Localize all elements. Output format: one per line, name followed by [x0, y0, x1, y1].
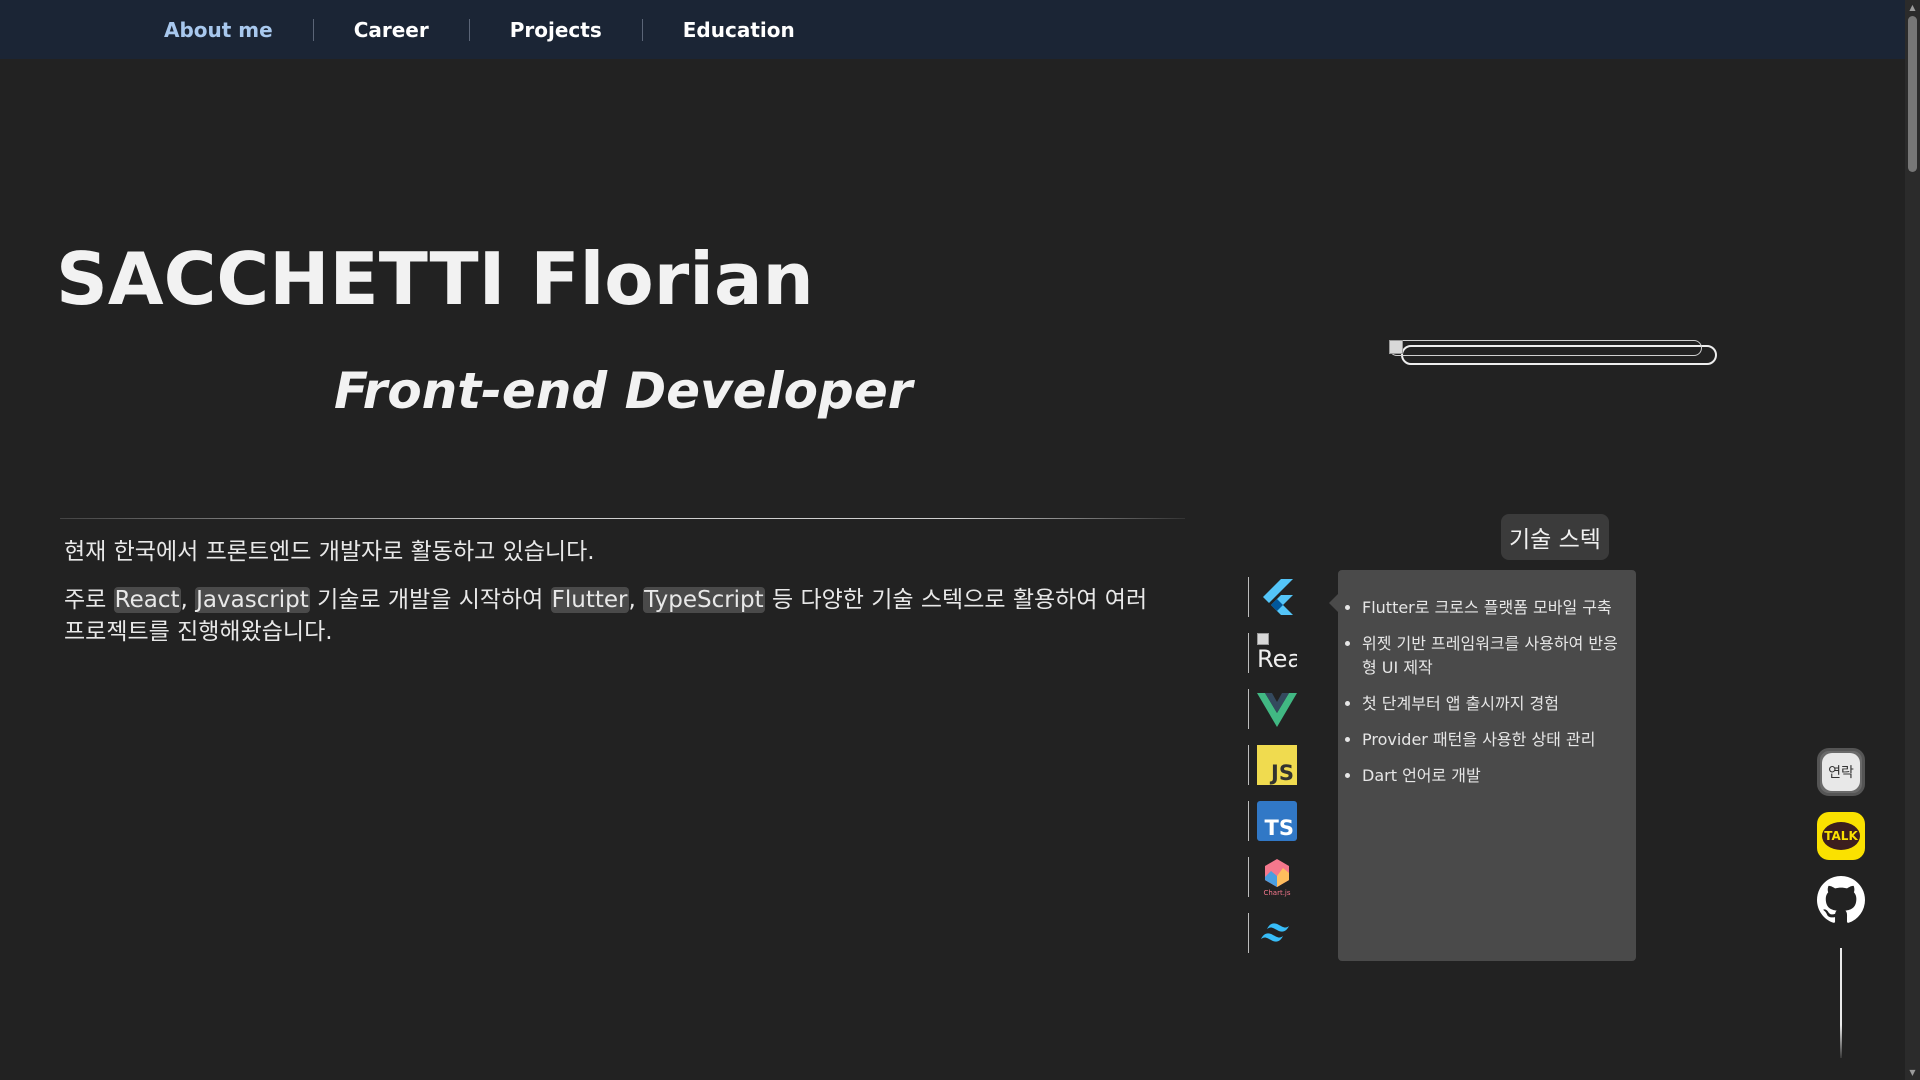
detail-item: 첫 단계부터 앱 출시까지 경험 — [1362, 692, 1622, 716]
stack-item-flutter[interactable] — [1248, 577, 1298, 617]
stack-item-typescript[interactable]: TS — [1248, 801, 1298, 841]
stack-item-chartjs[interactable]: Chart.js — [1248, 857, 1298, 897]
kakaotalk-icon: TALK — [1822, 822, 1860, 850]
tech-detail-list: Flutter로 크로스 플랫폼 모바일 구축 위젯 기반 프레임워크를 사용하… — [1338, 570, 1636, 788]
react-icon: React — [1257, 633, 1297, 673]
stack-item-tailwind[interactable] — [1248, 913, 1298, 953]
intro-prefix: 주로 — [64, 587, 114, 613]
broken-image-icon — [1389, 340, 1403, 354]
nav-about-me[interactable]: About me — [124, 19, 313, 41]
hero-name: SACCHETTI Florian — [56, 237, 814, 321]
typescript-icon: TS — [1257, 801, 1297, 841]
nav-education[interactable]: Education — [641, 18, 835, 41]
section-divider — [60, 518, 1185, 519]
contact-button-label: 연락 — [1822, 753, 1860, 791]
scroll-down-arrow-icon[interactable]: ▼ — [1905, 1065, 1920, 1080]
tailwind-icon — [1261, 923, 1289, 942]
typescript-icon-text: TS — [1264, 816, 1294, 840]
detail-item: Dart 언어로 개발 — [1362, 764, 1622, 788]
intro-comma: , — [628, 587, 644, 613]
kakaotalk-label: TALK — [1824, 829, 1858, 843]
intro-mid: 기술로 개발을 시작하여 — [309, 587, 551, 613]
tech-detail-panel: Flutter로 크로스 플랫폼 모바일 구축 위젯 기반 프레임워크를 사용하… — [1329, 570, 1636, 961]
tech-highlight-flutter: Flutter — [550, 587, 629, 613]
tech-stack-icon-list: React JS TS Chart.js — [1248, 577, 1298, 969]
scroll-up-arrow-icon[interactable]: ▲ — [1905, 0, 1920, 15]
detail-item: Provider 패턴을 사용한 상태 관리 — [1362, 728, 1622, 752]
image-frame-inner — [1389, 340, 1702, 356]
intro-line-1: 현재 한국에서 프론트엔드 개발자로 활동하고 있습니다. — [64, 539, 595, 565]
tech-highlight-typescript: TypeScript — [643, 587, 765, 613]
github-button[interactable] — [1817, 876, 1865, 924]
detail-item: 위젯 기반 프레임워크를 사용하여 반응형 UI 제작 — [1362, 632, 1622, 680]
contact-button[interactable]: 연락 — [1817, 748, 1865, 796]
intro-text: 현재 한국에서 프론트엔드 개발자로 활동하고 있습니다. 주로 React, … — [64, 536, 1164, 664]
top-navbar: About me Career Projects Education — [0, 0, 1905, 59]
github-icon — [1817, 876, 1865, 923]
nav-projects[interactable]: Projects — [468, 18, 642, 41]
intro-comma: , — [180, 587, 196, 613]
tech-stack-title: 기술 스텍 — [1501, 514, 1609, 560]
react-icon-alt: React — [1257, 645, 1297, 673]
flutter-icon — [1263, 579, 1293, 615]
stack-item-react[interactable]: React — [1248, 633, 1298, 673]
chartjs-icon: Chart.js — [1263, 859, 1291, 897]
detail-item: Flutter로 크로스 플랫폼 모바일 구축 — [1362, 596, 1622, 620]
stack-item-javascript[interactable]: JS — [1248, 745, 1298, 785]
broken-image-placeholder — [1389, 340, 1717, 365]
javascript-icon: JS — [1257, 745, 1297, 785]
tech-highlight-react: React — [113, 587, 181, 613]
nav-career[interactable]: Career — [312, 18, 469, 41]
javascript-icon-text: JS — [1271, 761, 1294, 785]
broken-image-icon — [1257, 633, 1269, 645]
vue-icon — [1257, 693, 1297, 727]
scrollbar-thumb[interactable] — [1908, 16, 1917, 172]
intro-line-2: 주로 React, Javascript 기술로 개발을 시작하여 Flutte… — [64, 584, 1164, 648]
kakaotalk-button[interactable]: TALK — [1817, 812, 1865, 860]
stack-item-vue[interactable] — [1248, 689, 1298, 729]
hero-role: Front-end Developer — [334, 362, 913, 420]
tech-highlight-javascript: Javascript — [195, 587, 310, 613]
side-decorative-line — [1840, 948, 1842, 1058]
vertical-scrollbar[interactable]: ▲ ▼ — [1905, 0, 1920, 1080]
chartjs-icon-text: Chart.js — [1263, 889, 1290, 897]
